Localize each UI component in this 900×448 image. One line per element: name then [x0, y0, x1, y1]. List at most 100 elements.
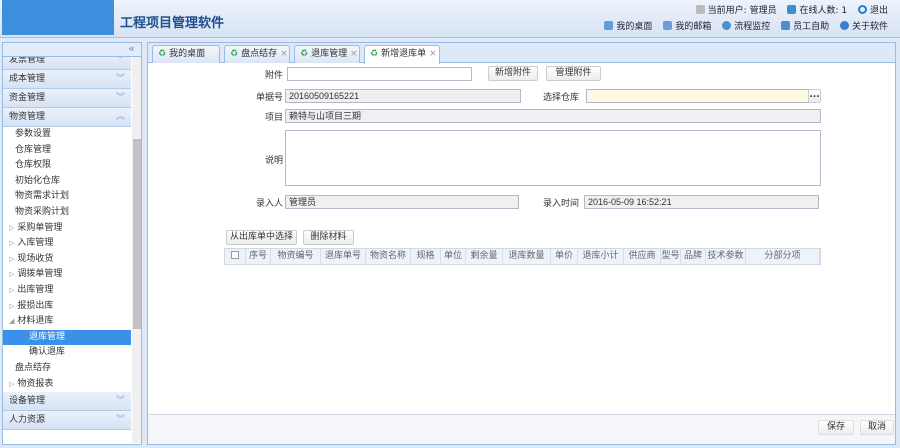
nav-desktop[interactable]: 我的桌面 — [616, 22, 652, 32]
browse-warehouse-button[interactable]: ... — [808, 89, 821, 103]
collapsed-icon[interactable]: ▷ — [9, 286, 14, 294]
project-label: 项目 — [264, 113, 283, 123]
column-header[interactable]: 退库小计 — [578, 249, 624, 264]
refresh-icon: ♻ — [300, 49, 309, 59]
sidebar-item[interactable]: ▷ 报损出库 — [3, 299, 131, 315]
sidebar-item[interactable]: ▷ 调拨单管理 — [3, 267, 131, 283]
sidebar-item[interactable]: 初始化仓库 — [3, 174, 131, 190]
collapsed-icon[interactable]: ▷ — [9, 239, 14, 247]
entered-by-field: 管理员 — [285, 195, 519, 209]
tab-return-management[interactable]: ♻ 退库管理 × — [294, 45, 360, 63]
online-count: 1 — [841, 6, 848, 16]
collapsed-icon[interactable]: ▷ — [9, 255, 14, 263]
sidebar-group-cost[interactable]: 成本管理 ︾ — [3, 70, 131, 89]
column-header[interactable]: 物资编号 — [271, 249, 321, 264]
collapse-sidebar-button[interactable]: « — [3, 43, 141, 57]
refresh-icon: ♻ — [370, 49, 379, 59]
sidebar-item[interactable]: 盘点结存 — [3, 361, 131, 377]
sidebar-item[interactable]: ▷ 物资报表 — [3, 377, 131, 393]
collapsed-icon[interactable]: ▷ — [9, 224, 14, 232]
nav-mailbox[interactable]: 我的邮箱 — [675, 22, 711, 32]
scrollbar-thumb[interactable] — [133, 139, 141, 329]
sidebar-group-materials[interactable]: 物资管理 ︽ — [3, 108, 131, 127]
chevron-down-icon: ︾ — [115, 74, 125, 84]
nav-flow-monitor[interactable]: 流程监控 — [734, 22, 770, 32]
sidebar-item[interactable]: ▷ 出库管理 — [3, 283, 131, 299]
column-header[interactable]: 剩余量 — [466, 249, 503, 264]
close-icon[interactable]: × — [280, 49, 288, 59]
select-all-checkbox[interactable] — [225, 249, 246, 264]
collapsed-icon[interactable]: ▷ — [9, 270, 14, 278]
sidebar-item[interactable]: ▷ 现场收货 — [3, 252, 131, 268]
sidebar-item-label: 盘点结存 — [15, 362, 52, 373]
refresh-icon: ♻ — [230, 49, 239, 59]
person-icon — [781, 21, 791, 30]
sidebar-item-label: 物资报表 — [17, 378, 54, 389]
sidebar-group-equipment[interactable]: 设备管理 ︾ — [3, 392, 131, 412]
column-header[interactable]: 单位 — [441, 249, 466, 264]
column-header[interactable]: 序号 — [246, 249, 271, 264]
warehouse-input[interactable] — [586, 89, 809, 103]
select-from-outbound-button[interactable]: 从出库单中选择 — [226, 230, 297, 245]
sidebar-item-label: 现场收货 — [17, 253, 54, 264]
save-button[interactable]: 保存 — [818, 420, 854, 435]
header: 工程项目管理软件 当前用户: 管理员 在线人数: 1 退出 我的桌面 我的邮箱 … — [0, 0, 900, 38]
sidebar-item-label: 初始化仓库 — [15, 175, 61, 186]
sidebar-item-label: 退库管理 — [29, 331, 66, 342]
main-panel: ♻ 我的桌面 ♻ 盘点结存 × ♻ 退库管理 × ♻ 新增退库单 × 附件 新增附件 管理附件… — [147, 42, 896, 445]
column-header[interactable]: 分部分项 — [746, 249, 820, 264]
column-header[interactable]: 单价 — [551, 249, 578, 264]
sidebar-item[interactable]: 物资采购计划 — [3, 205, 131, 221]
sidebar-item[interactable]: 参数设置 — [3, 127, 131, 143]
attachment-input[interactable] — [287, 67, 472, 81]
nav-about[interactable]: 关于软件 — [852, 22, 888, 32]
close-icon[interactable]: × — [429, 49, 437, 59]
manage-attachment-button[interactable]: 管理附件 — [546, 66, 601, 81]
sidebar-item[interactable]: 退库管理 — [3, 329, 131, 346]
collapsed-icon[interactable]: ▷ — [9, 302, 14, 310]
delete-material-button[interactable]: 删除材料 — [303, 230, 354, 245]
sidebar-item-label: 采购单管理 — [17, 222, 63, 233]
sidebar-item[interactable]: ▷ 采购单管理 — [3, 221, 131, 237]
column-header[interactable]: 退库单号 — [321, 249, 366, 264]
column-header[interactable]: 型号 — [661, 249, 681, 264]
cancel-button[interactable]: 取消 — [860, 420, 894, 435]
sidebar-item[interactable]: ▷ 入库管理 — [3, 236, 131, 252]
user-info: 当前用户: 管理员 在线人数: 1 退出 — [688, 3, 888, 16]
tab-desktop[interactable]: ♻ 我的桌面 — [152, 45, 220, 63]
app-title: 工程项目管理软件 — [120, 16, 225, 31]
sidebar-item[interactable]: ◢ 材料退库 — [3, 314, 131, 330]
sidebar-item-label: 确认退库 — [29, 347, 66, 358]
sidebar: « 发票管理 ︾ 成本管理 ︾ 资金管理 ︾ 物资管理 ︽ 参数设置 仓库管理 仓库权限 初始… — [2, 42, 142, 445]
logout-link[interactable]: 退出 — [870, 6, 888, 16]
add-attachment-button[interactable]: 新增附件 — [488, 66, 538, 81]
column-header[interactable]: 供应商 — [624, 249, 661, 264]
remark-textarea[interactable] — [285, 130, 821, 186]
user-icon — [695, 5, 705, 14]
sidebar-item[interactable]: 确认退库 — [3, 345, 131, 361]
entry-time-label: 录入时间 — [542, 199, 579, 209]
nav-self-service[interactable]: 员工自助 — [793, 22, 829, 32]
sidebar-item[interactable]: 仓库权限 — [3, 158, 131, 174]
column-header[interactable]: 规格 — [411, 249, 441, 264]
entered-by-label: 录入人 — [255, 199, 283, 209]
sidebar-item-label: 材料退库 — [17, 316, 54, 327]
collapsed-icon[interactable]: ▷ — [9, 380, 14, 388]
refresh-icon: ♻ — [158, 49, 167, 59]
sidebar-group-funds[interactable]: 资金管理 ︾ — [3, 89, 131, 108]
sidebar-item[interactable]: 物资需求计划 — [3, 189, 131, 205]
close-icon[interactable]: × — [350, 49, 358, 59]
expanded-icon[interactable]: ◢ — [9, 317, 14, 325]
warehouse-label: 选择仓库 — [542, 93, 579, 103]
tab-new-return[interactable]: ♻ 新增退库单 × — [364, 45, 440, 64]
column-header[interactable]: 技术参数 — [706, 249, 746, 264]
sidebar-group-hr[interactable]: 人力资源 ︾ — [3, 411, 131, 431]
column-header[interactable]: 品牌 — [681, 249, 706, 264]
sidebar-group-invoice[interactable]: 发票管理 ︾ — [3, 57, 131, 70]
sidebar-item[interactable]: 仓库管理 — [3, 143, 131, 159]
sidebar-scrollbar[interactable] — [132, 57, 141, 443]
column-header[interactable]: 物资名称 — [366, 249, 411, 264]
tab-inventory[interactable]: ♻ 盘点结存 × — [224, 45, 290, 63]
column-header[interactable]: 退库数量 — [503, 249, 551, 264]
chevron-down-icon: ︾ — [115, 93, 125, 103]
